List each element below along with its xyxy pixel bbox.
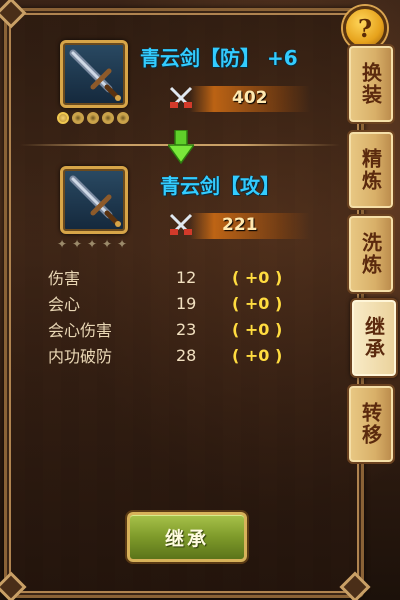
stat-bonus: ( +0 ) xyxy=(232,345,283,365)
tab-refine[interactable]: 精炼 xyxy=(347,130,395,210)
star-icon: ✦ xyxy=(87,237,98,251)
target-item-name: 青云剑【攻】 xyxy=(160,174,280,198)
stat-row-critical-damage: 会心伤害 23 ( +0 ) xyxy=(48,316,282,342)
star-icon: ✦ xyxy=(72,237,83,251)
stat-label: 会心 xyxy=(48,295,81,314)
help-label: ? xyxy=(357,13,373,43)
source-item-enhance-level: +6 xyxy=(266,46,298,70)
stat-label: 伤害 xyxy=(48,269,81,288)
arrow-down-icon xyxy=(168,130,194,164)
star-icon xyxy=(57,112,69,124)
tab-label: 精炼 xyxy=(358,148,383,192)
target-power-value: 221 xyxy=(222,215,258,235)
inherit-button[interactable]: 继承 xyxy=(127,512,247,562)
tab-reforge[interactable]: 洗炼 xyxy=(347,214,395,294)
stat-row-critical: 会心 19 ( +0 ) xyxy=(48,290,282,316)
star-icon: ✦ xyxy=(117,237,128,251)
sword-icon xyxy=(69,49,121,101)
stat-value: 19 xyxy=(176,293,197,313)
stat-bonus: ( +0 ) xyxy=(232,267,283,287)
stat-value: 12 xyxy=(176,267,197,287)
tab-inherit[interactable]: 继承 xyxy=(350,298,398,378)
tab-label: 转移 xyxy=(358,402,383,446)
target-item-slot[interactable] xyxy=(60,166,128,234)
target-star-rating: ✦ ✦ ✦ ✦ ✦ xyxy=(57,238,129,250)
star-icon xyxy=(102,112,114,124)
stat-label: 会心伤害 xyxy=(48,321,113,340)
stat-label: 内功破防 xyxy=(48,347,113,366)
star-icon xyxy=(72,112,84,124)
game-screen: ? 换装 精炼 洗炼 继承 转移 青云剑【防】 +6 402 ✦ ✦ ✦ ✦ ✦… xyxy=(0,0,400,600)
inherit-button-label: 继承 xyxy=(164,527,209,550)
stat-row-armor-penetration: 内功破防 28 ( +0 ) xyxy=(48,342,282,368)
source-star-rating xyxy=(57,112,129,124)
star-icon xyxy=(117,112,129,124)
stat-row-damage: 伤害 12 ( +0 ) xyxy=(48,264,282,290)
star-icon: ✦ xyxy=(57,237,68,251)
source-item-name: 青云剑【防】 +6 xyxy=(140,42,298,71)
star-icon: ✦ xyxy=(102,237,113,251)
tab-change-equipment[interactable]: 换装 xyxy=(347,44,395,124)
crossed-swords-icon xyxy=(169,86,193,108)
sword-icon xyxy=(69,175,121,227)
crossed-swords-icon xyxy=(169,213,193,235)
source-item-title: 青云剑【防】 xyxy=(140,46,260,70)
stat-bonus: ( +0 ) xyxy=(232,293,283,313)
tab-transfer[interactable]: 转移 xyxy=(347,384,395,464)
tab-label: 继承 xyxy=(361,316,386,360)
source-item-slot[interactable] xyxy=(60,40,128,108)
tab-label: 换装 xyxy=(358,62,383,106)
stat-bonus: ( +0 ) xyxy=(232,319,283,339)
stat-value: 28 xyxy=(176,345,197,365)
tab-label: 洗炼 xyxy=(358,232,383,276)
source-power-value: 402 xyxy=(232,88,268,108)
stat-value: 23 xyxy=(176,319,197,339)
star-icon xyxy=(87,112,99,124)
